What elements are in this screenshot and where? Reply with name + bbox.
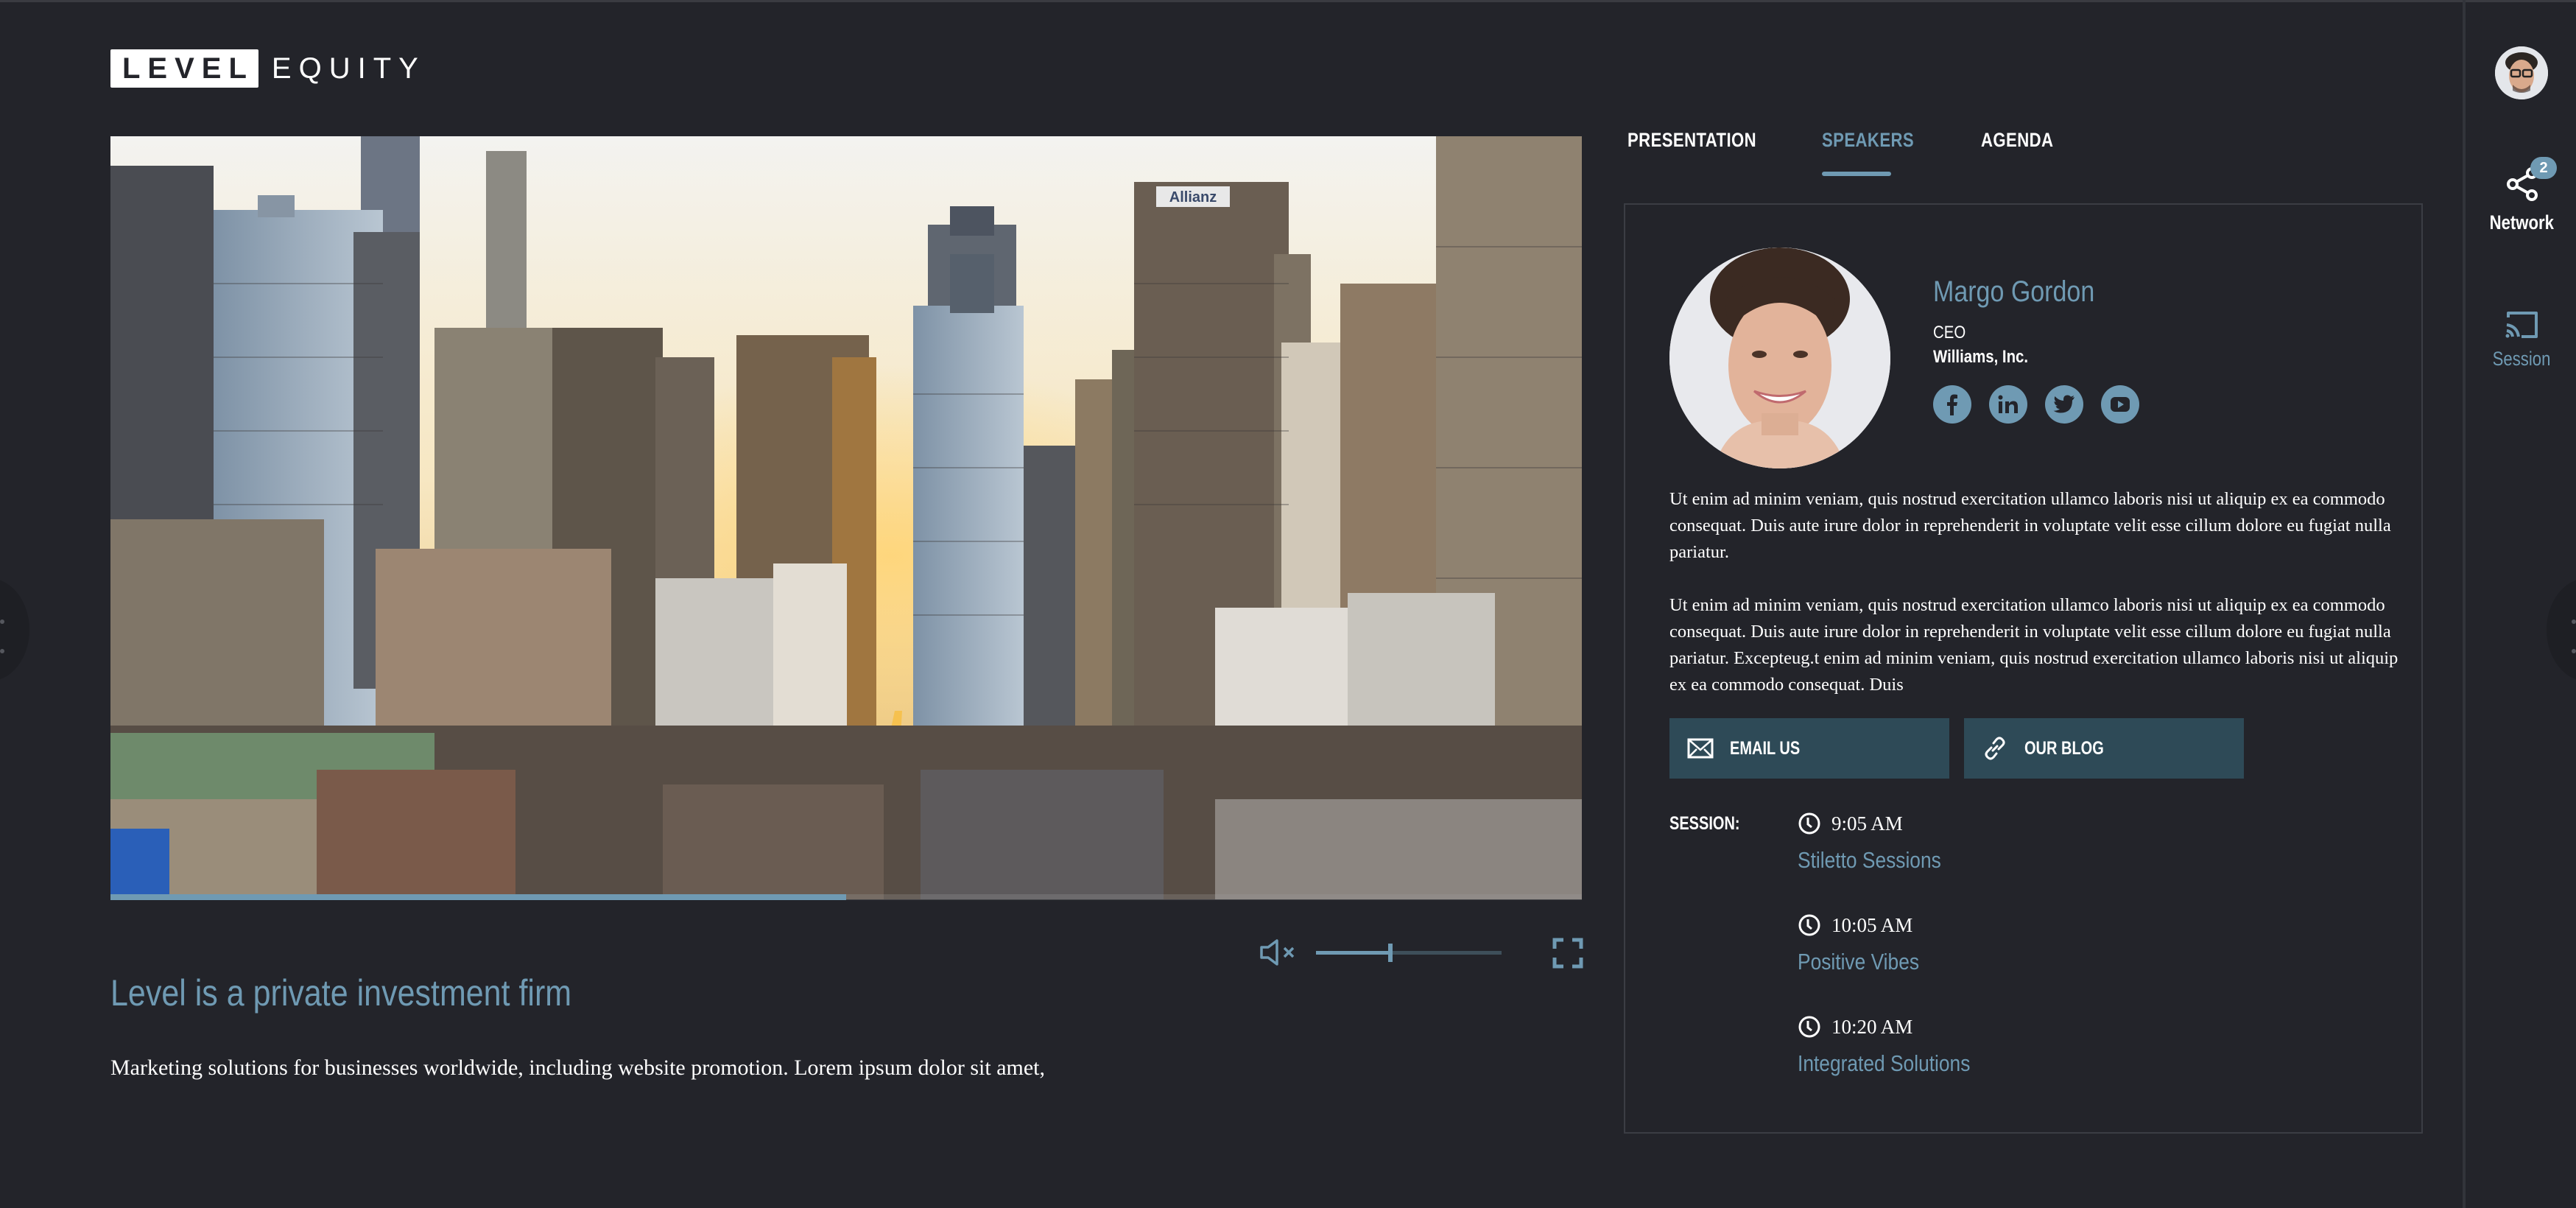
speaker-title: CEO bbox=[1933, 323, 1966, 343]
email-us-button[interactable]: EMAIL US bbox=[1669, 718, 1949, 779]
speaker-bio-paragraph: Ut enim ad minim veniam, quis nostrud ex… bbox=[1669, 489, 2391, 562]
active-tab-indicator bbox=[1822, 172, 1891, 176]
logo-boxed-word: LEVEL bbox=[110, 49, 258, 88]
clock-icon bbox=[1798, 812, 1820, 835]
lead-paragraph: Marketing solutions for businesses world… bbox=[110, 1056, 1046, 1080]
fullscreen-icon[interactable] bbox=[1552, 938, 1583, 969]
session-time: 9:05 AM bbox=[1831, 812, 1903, 835]
chevron-right-icon bbox=[2572, 619, 2576, 624]
logo-word: EQUITY bbox=[271, 52, 426, 85]
speaker-company: Williams, Inc. bbox=[1933, 347, 2029, 367]
brand-logo[interactable]: LEVEL EQUITY bbox=[110, 49, 426, 88]
social-links bbox=[1933, 385, 2139, 424]
video-controls bbox=[1259, 932, 1583, 973]
session-time: 10:05 AM bbox=[1831, 913, 1913, 936]
video-player[interactable]: Allianz bbox=[110, 136, 1582, 899]
city-skyline-image: Allianz bbox=[110, 136, 1582, 899]
session-item: 10:05 AM Positive Vibes bbox=[1798, 912, 1940, 975]
volume-mute-icon[interactable] bbox=[1259, 939, 1299, 966]
link-icon bbox=[1980, 734, 2010, 763]
session-label: Session bbox=[2492, 348, 2551, 370]
allianz-sign: Allianz bbox=[1169, 189, 1217, 206]
network-label: Network bbox=[2489, 211, 2554, 233]
session-time: 10:20 AM bbox=[1831, 1015, 1913, 1038]
session-item: 10:20 AM Integrated Solutions bbox=[1798, 1014, 2001, 1077]
carousel-next-button[interactable] bbox=[2547, 578, 2576, 681]
video-progress-bar[interactable] bbox=[110, 894, 1582, 900]
session-item: 9:05 AM Stiletto Sessions bbox=[1798, 810, 1966, 874]
cast-icon bbox=[2505, 312, 2538, 338]
chevron-right-icon bbox=[2572, 649, 2576, 653]
our-blog-button[interactable]: OUR BLOG bbox=[1964, 718, 2244, 779]
session-title-link[interactable]: Stiletto Sessions bbox=[1798, 847, 1941, 874]
chevron-left-icon bbox=[0, 619, 4, 624]
linkedin-icon[interactable] bbox=[1989, 385, 2027, 424]
speaker-card: Margo Gordon CEO Williams, Inc. Ut enim … bbox=[1624, 203, 2423, 1134]
sidebar-divider bbox=[2463, 0, 2466, 1208]
volume-slider-fill bbox=[1316, 951, 1390, 955]
session-label: SESSION: bbox=[1669, 813, 1740, 834]
video-progress-fill bbox=[110, 894, 846, 900]
session-title-link[interactable]: Positive Vibes bbox=[1798, 949, 1919, 975]
speaker-portrait bbox=[1669, 247, 1890, 468]
tab-agenda[interactable]: AGENDA bbox=[1981, 129, 2053, 152]
youtube-icon[interactable] bbox=[2101, 385, 2139, 424]
twitter-icon[interactable] bbox=[2045, 385, 2083, 424]
carousel-prev-button[interactable] bbox=[0, 578, 29, 681]
user-avatar[interactable] bbox=[2495, 46, 2548, 99]
volume-slider-thumb[interactable] bbox=[1387, 944, 1393, 962]
volume-slider[interactable] bbox=[1316, 944, 1502, 962]
facebook-icon[interactable] bbox=[1933, 385, 1971, 424]
clock-icon bbox=[1798, 914, 1820, 936]
envelope-icon bbox=[1686, 734, 1715, 763]
tab-presentation[interactable]: PRESENTATION bbox=[1627, 129, 1756, 152]
speaker-name: Margo Gordon bbox=[1933, 275, 2095, 308]
sidebar-item-network[interactable]: 2 Network bbox=[2467, 157, 2576, 234]
our-blog-label: OUR BLOG bbox=[2024, 737, 2104, 759]
speaker-bio-paragraph: Ut enim ad minim veniam, quis nostrud ex… bbox=[1669, 595, 2399, 695]
page-headline: Level is a private investment firm bbox=[110, 972, 572, 1014]
chevron-left-icon bbox=[0, 649, 4, 653]
notification-badge: 2 bbox=[2530, 157, 2557, 179]
email-us-label: EMAIL US bbox=[1730, 737, 1801, 759]
sidebar-item-session[interactable]: Session bbox=[2467, 310, 2576, 371]
clock-icon bbox=[1798, 1016, 1820, 1038]
session-title-link[interactable]: Integrated Solutions bbox=[1798, 1050, 1970, 1077]
tab-speakers[interactable]: SPEAKERS bbox=[1822, 129, 1914, 152]
